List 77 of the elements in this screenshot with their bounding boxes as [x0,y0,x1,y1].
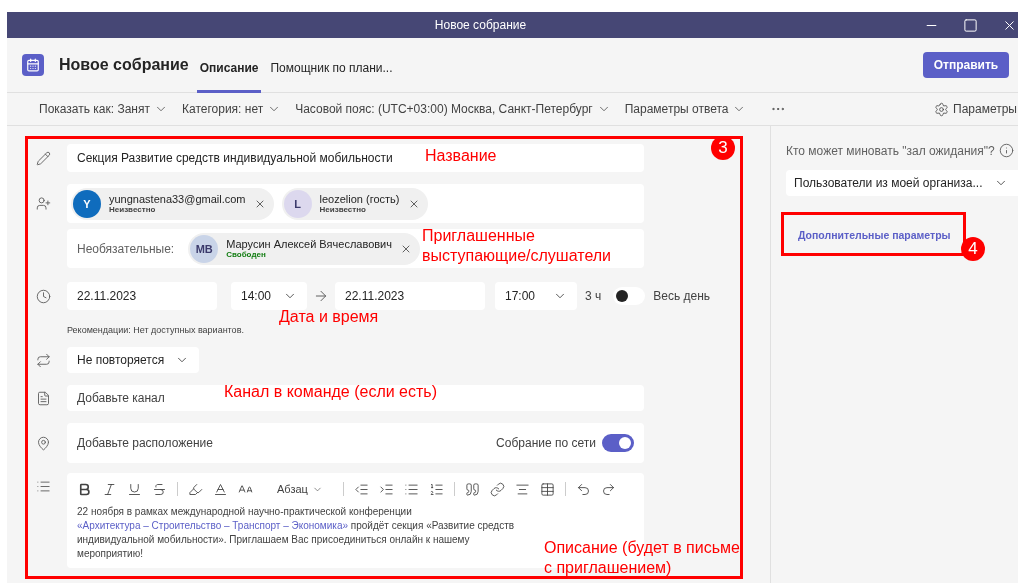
location-field[interactable]: Добавьте расположение Собрание по сети [67,423,644,463]
font-color-icon[interactable] [213,481,228,497]
bullet-list-icon[interactable] [403,481,419,497]
attendee-chip[interactable]: L leozelion (гость) Неизвестно [281,187,428,220]
annotation-label: Дата и время [279,307,379,327]
annotation-label: Описание (будет в письме с приглашением) [544,538,741,578]
all-day-label: Весь день [653,289,711,303]
redo-icon[interactable] [600,481,616,497]
attendee-name: Марусин Алексей Вячеславович [226,238,392,250]
attendee-chip[interactable]: MB Марусин Алексей Вячеславович Свободен [188,232,420,265]
lobby-dropdown[interactable]: Пользователи из моей организа... [786,170,1018,196]
toolbar-dropdown[interactable]: Часовой пояс: (UTC+03:00) Москва, Санкт-Петербург [295,102,611,116]
attendee-name: yungnastena33@gmail.com [109,193,246,205]
tab[interactable]: Помощник по плани... [267,43,396,93]
avatar: MB [190,234,219,263]
underline-icon[interactable] [127,481,142,497]
attendee-name: leozelion (гость) [319,193,400,205]
end-time-dropdown[interactable]: 17:00 [495,282,577,310]
list-icon [36,479,51,494]
arrow-icon [313,288,329,304]
italic-icon[interactable] [102,481,117,497]
window-title: Новое собрание [433,18,528,32]
table-icon[interactable] [539,481,555,497]
link-icon[interactable] [489,481,505,497]
bold-icon[interactable] [77,481,92,497]
online-label: Собрание по сети [496,436,596,450]
online-toggle[interactable] [602,434,634,452]
repeat-icon [36,352,51,368]
clock-icon [36,288,51,304]
description-text: 22 ноября в рамках международной научно-практической конференции «Архитектура – Строительство – Транспорт – Экономика» пройдёт секция «Развитие средств индивидуальной мобильности». Приглашаем Вас присоединиться онлайн к нашему мероприятию! [77,505,516,561]
number-badge: 3 [711,136,735,160]
attendee-status: Свободен [226,250,266,259]
quote-icon[interactable] [464,481,480,497]
repeat-dropdown[interactable]: Не повторяется [67,347,199,373]
all-day-toggle[interactable] [613,287,646,305]
attendee-status: Неизвестно [319,205,367,214]
meeting-title: Новое собрание [59,56,189,74]
channel-icon [36,390,51,406]
avatar: Y [73,189,101,218]
tab[interactable]: Описание [196,43,262,93]
end-date-field[interactable]: 22.11.2023 [335,282,485,310]
numbered-list-icon[interactable] [428,481,444,497]
toolbar-dropdown[interactable]: Категория: нет [182,102,282,116]
send-button[interactable]: Отправить [923,52,1009,78]
settings-button[interactable]: Параметры [934,101,1017,117]
maximize-icon[interactable] [963,17,978,33]
strikethrough-icon[interactable] [152,481,167,497]
undo-icon[interactable] [575,481,591,497]
avatar: L [283,189,312,218]
toolbar-dropdown[interactable]: Показать как: Занят [39,102,168,116]
conference-link[interactable]: «Архитектура – Строительство – Транспорт – Экономика» [77,520,349,531]
gear-icon [934,101,950,117]
number-badge: 4 [961,237,985,261]
attendee-chip[interactable]: Y yungnastena33@gmail.com Неизвестно [71,187,274,220]
add-person-icon [36,196,51,211]
annotation-label: Название [425,146,497,166]
recommendation-text: Рекомендации: Нет доступных вариантов. [67,325,245,335]
paragraph-dropdown[interactable]: Абзац [277,483,323,495]
calendar-icon [22,54,44,76]
lobby-label: Кто может миновать "зал ожидания"? [786,143,995,158]
pencil-icon [36,150,51,166]
start-time-dropdown[interactable]: 14:00 [231,282,307,310]
location-icon [36,435,51,451]
outdent-icon[interactable] [353,481,369,497]
indent-icon[interactable] [378,481,394,497]
highlighter-icon[interactable] [188,481,203,497]
attendees-field[interactable]: Y yungnastena33@gmail.com Неизвестно L leozelion (гость) Неизвестно [67,184,644,223]
start-date-field[interactable]: 22.11.2023 [67,282,217,310]
duration: 3 ч [585,289,602,303]
annotation-label: Канал в команде (если есть) [224,382,437,402]
info-icon [998,143,1014,158]
toolbar-dropdown[interactable]: Параметры ответа [624,102,747,116]
annotation-label: Приглашенные выступающие/слушатели [422,226,613,266]
more-options-link[interactable]: Дополнительные параметры [781,212,966,256]
optional-label: Необязательные: [77,241,175,256]
align-center-icon[interactable] [514,481,530,497]
attendee-status: Неизвестно [109,205,157,214]
